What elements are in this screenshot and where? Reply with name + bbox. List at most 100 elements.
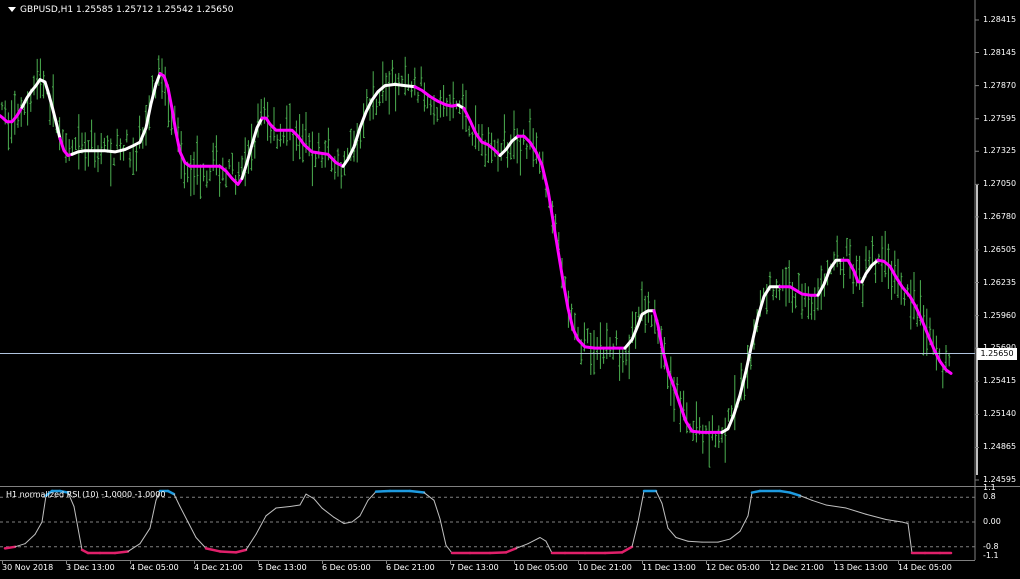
ohlc-bar	[599, 322, 602, 369]
rsi-segment	[845, 507, 867, 515]
ohlc-bar	[909, 279, 912, 330]
price-tick-label: 1.28415	[983, 15, 1017, 24]
ohlc-bar	[442, 85, 445, 117]
rsi-segment	[433, 499, 441, 520]
time-tick-label: 12 Dec 05:00	[706, 563, 760, 572]
ohlc-bar	[426, 96, 429, 109]
rsi-tick-label: 0.8	[983, 492, 996, 502]
rsi-segment	[187, 521, 197, 538]
rsi-segment	[359, 499, 369, 517]
ohlc-bar	[160, 58, 164, 99]
rsi-segment	[687, 540, 703, 543]
ohlc-bar	[196, 135, 199, 185]
ohlc-bar	[720, 427, 724, 443]
ohlc-bar	[36, 58, 39, 100]
chart-title[interactable]: GBPUSD,H1 1.25585 1.25712 1.25542 1.2565…	[8, 5, 233, 15]
ohlc-bar	[199, 164, 202, 200]
ohlc-bar	[525, 143, 528, 159]
rsi-segment	[825, 504, 847, 509]
rsi-segment	[166, 489, 176, 496]
ohlc-bar	[503, 114, 506, 150]
ohlc-bar	[90, 119, 93, 152]
ohlc-bar	[788, 260, 791, 303]
ohlc-bar	[912, 271, 916, 320]
dropdown-triangle-icon[interactable]	[8, 7, 16, 12]
rsi-segment	[113, 550, 130, 555]
ohlc-bar	[701, 424, 704, 454]
rsi-segment	[351, 515, 361, 523]
ohlc-bar	[948, 352, 951, 367]
ohlc-bar	[612, 343, 615, 360]
price-tick-label: 1.24865	[983, 442, 1017, 452]
price-tick-label: 1.26505	[983, 245, 1017, 254]
ohlc-bar	[64, 133, 68, 163]
ohlc-bar	[0, 101, 4, 111]
ohlc-bar	[263, 97, 266, 124]
ma-segment	[840, 258, 864, 284]
ohlc-bar	[922, 305, 925, 356]
rsi-segment	[788, 491, 802, 497]
rsi-segment	[265, 507, 277, 517]
ohlc-bar	[903, 292, 906, 306]
ohlc-bar	[797, 272, 800, 292]
ohlc-bar	[375, 98, 378, 116]
ohlc-bar	[388, 71, 391, 115]
ohlc-bar	[445, 97, 448, 117]
ma-segment	[0, 105, 24, 124]
ohlc-bar	[880, 235, 884, 283]
ohlc-bar	[285, 105, 288, 146]
ohlc-bar	[839, 259, 842, 275]
rsi-segment	[717, 538, 731, 543]
ohlc-bar	[128, 152, 132, 168]
ohlc-bar	[711, 415, 714, 441]
rsi-segment	[24, 533, 36, 545]
rsi-segment	[204, 547, 222, 553]
ohlc-bar	[135, 145, 138, 172]
ohlc-bar	[87, 140, 90, 167]
time-tick-label: 30 Nov 2018	[2, 563, 54, 572]
rsi-segment	[299, 493, 307, 506]
ohlc-bar	[733, 375, 736, 431]
ohlc-bar	[474, 105, 477, 150]
rsi-segment	[778, 489, 792, 494]
ohlc-bar	[416, 91, 420, 103]
price-tick-label: 1.25960	[983, 310, 1017, 320]
ohlc-bar	[391, 59, 394, 84]
ohlc-bar	[727, 408, 730, 422]
ohlc-bar	[436, 107, 439, 122]
ohlc-bar	[68, 139, 71, 162]
ohlc-bar	[282, 131, 285, 144]
ohlc-bar	[256, 103, 260, 138]
time-tick-label: 11 Dec 13:00	[642, 563, 696, 572]
ohlc-bar	[189, 155, 192, 197]
ohlc-bar	[215, 135, 218, 176]
ohlc-bar	[381, 61, 384, 104]
ohlc-bar	[218, 164, 221, 197]
rsi-segment	[739, 515, 749, 532]
rsi-segment	[127, 543, 141, 552]
rsi-segment	[313, 498, 323, 509]
rsi-segment	[799, 495, 813, 501]
ohlc-bar	[279, 123, 282, 147]
ohlc-bar	[429, 99, 432, 116]
ohlc-bar	[858, 255, 861, 290]
ohlc-bar	[836, 235, 839, 268]
ohlc-bar	[308, 133, 311, 157]
time-tick-label: 10 Dec 21:00	[578, 563, 632, 572]
ohlc-bar	[410, 81, 413, 98]
ohlc-bar	[845, 237, 848, 257]
rsi-segment	[515, 543, 529, 549]
ohlc-bar	[848, 238, 852, 279]
ohlc-bar	[621, 347, 624, 373]
ohlc-bar	[413, 67, 416, 96]
ohlc-bar	[183, 163, 186, 189]
ohlc-bar	[724, 417, 727, 463]
time-tick-label: 6 Dec 05:00	[322, 563, 371, 572]
time-tick-label: 12 Dec 21:00	[770, 563, 824, 572]
rsi-segment	[631, 521, 639, 548]
ohlc-bar	[615, 330, 618, 346]
rsi-segment	[3, 545, 17, 550]
rsi-segment	[637, 490, 645, 523]
ohlc-bar	[519, 134, 522, 176]
time-tick-label: 5 Dec 13:00	[258, 563, 307, 572]
